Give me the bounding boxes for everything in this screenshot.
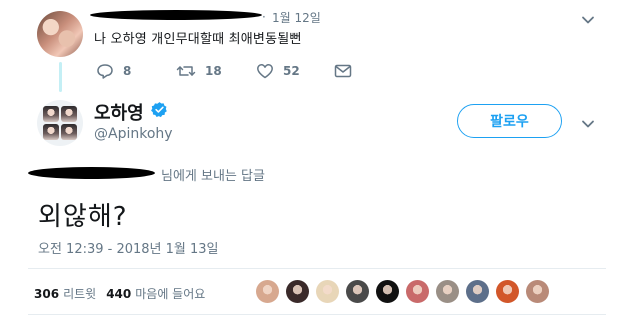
parent-tweet-actions: 8 18 52 [96,62,352,80]
tweet-text: 외않해? [38,202,128,232]
heart-icon [257,64,273,79]
retweet-icon [176,66,196,76]
likes-stat[interactable]: 440 마음에 들어요 [106,285,205,302]
verified-badge-icon [151,102,167,118]
likes-label: 마음에 들어요 [135,287,206,301]
retweets-stat[interactable]: 306 리트윗 [34,285,96,302]
reply-action[interactable]: 8 [96,63,176,79]
retweets-label: 리트윗 [63,287,97,301]
liker-avatar[interactable] [346,280,369,303]
redacted-parent-author-name [90,10,262,20]
reply-context-label: 님에게 보내는 답글 [161,169,265,184]
author-avatar[interactable] [37,100,83,146]
chevron-down-icon[interactable] [580,12,596,28]
retweet-action[interactable]: 18 [176,63,256,79]
liker-avatar[interactable] [376,280,399,303]
reply-icon [97,64,113,79]
thread-connector-line [59,62,62,92]
divider [28,314,606,315]
liker-avatar[interactable] [316,280,339,303]
liker-avatar[interactable] [286,280,309,303]
like-action[interactable]: 52 [256,63,334,79]
separator-dot: · [262,10,266,24]
retweets-count: 306 [34,287,60,301]
parent-author-avatar[interactable] [37,11,83,57]
liker-avatar[interactable] [526,280,549,303]
envelope-icon [334,64,352,78]
divider [28,268,606,269]
reply-count: 8 [123,64,132,78]
liker-avatar[interactable] [406,280,429,303]
parent-tweet-date[interactable]: 1월 12일 [272,9,321,26]
tweet-timestamp[interactable]: 오전 12:39 - 2018년 1월 13일 [38,238,219,257]
tweet-stats: 306 리트윗 440 마음에 들어요 [34,285,205,302]
avatar-tile [61,106,77,122]
avatar-tile [43,124,59,140]
liker-avatar[interactable] [256,280,279,303]
author-handle[interactable]: @Apinkohy [94,126,173,142]
liker-avatar[interactable] [436,280,459,303]
like-count: 52 [283,64,300,78]
retweet-count: 18 [205,64,222,78]
chevron-down-icon[interactable] [580,116,596,132]
likes-count: 440 [106,287,132,301]
liker-avatar[interactable] [466,280,489,303]
redacted-reply-recipient [28,167,155,179]
avatar-tile [43,106,59,122]
parent-tweet-text: 나 오하영 개인무대할때 최애변동될뻔 [94,32,302,47]
direct-message-action[interactable] [334,64,352,78]
liker-avatars [256,280,556,303]
liker-avatar[interactable] [496,280,519,303]
follow-button[interactable]: 팔로우 [457,104,562,138]
avatar-tile [61,124,77,140]
author-display-name[interactable]: 오하영 [94,99,144,125]
